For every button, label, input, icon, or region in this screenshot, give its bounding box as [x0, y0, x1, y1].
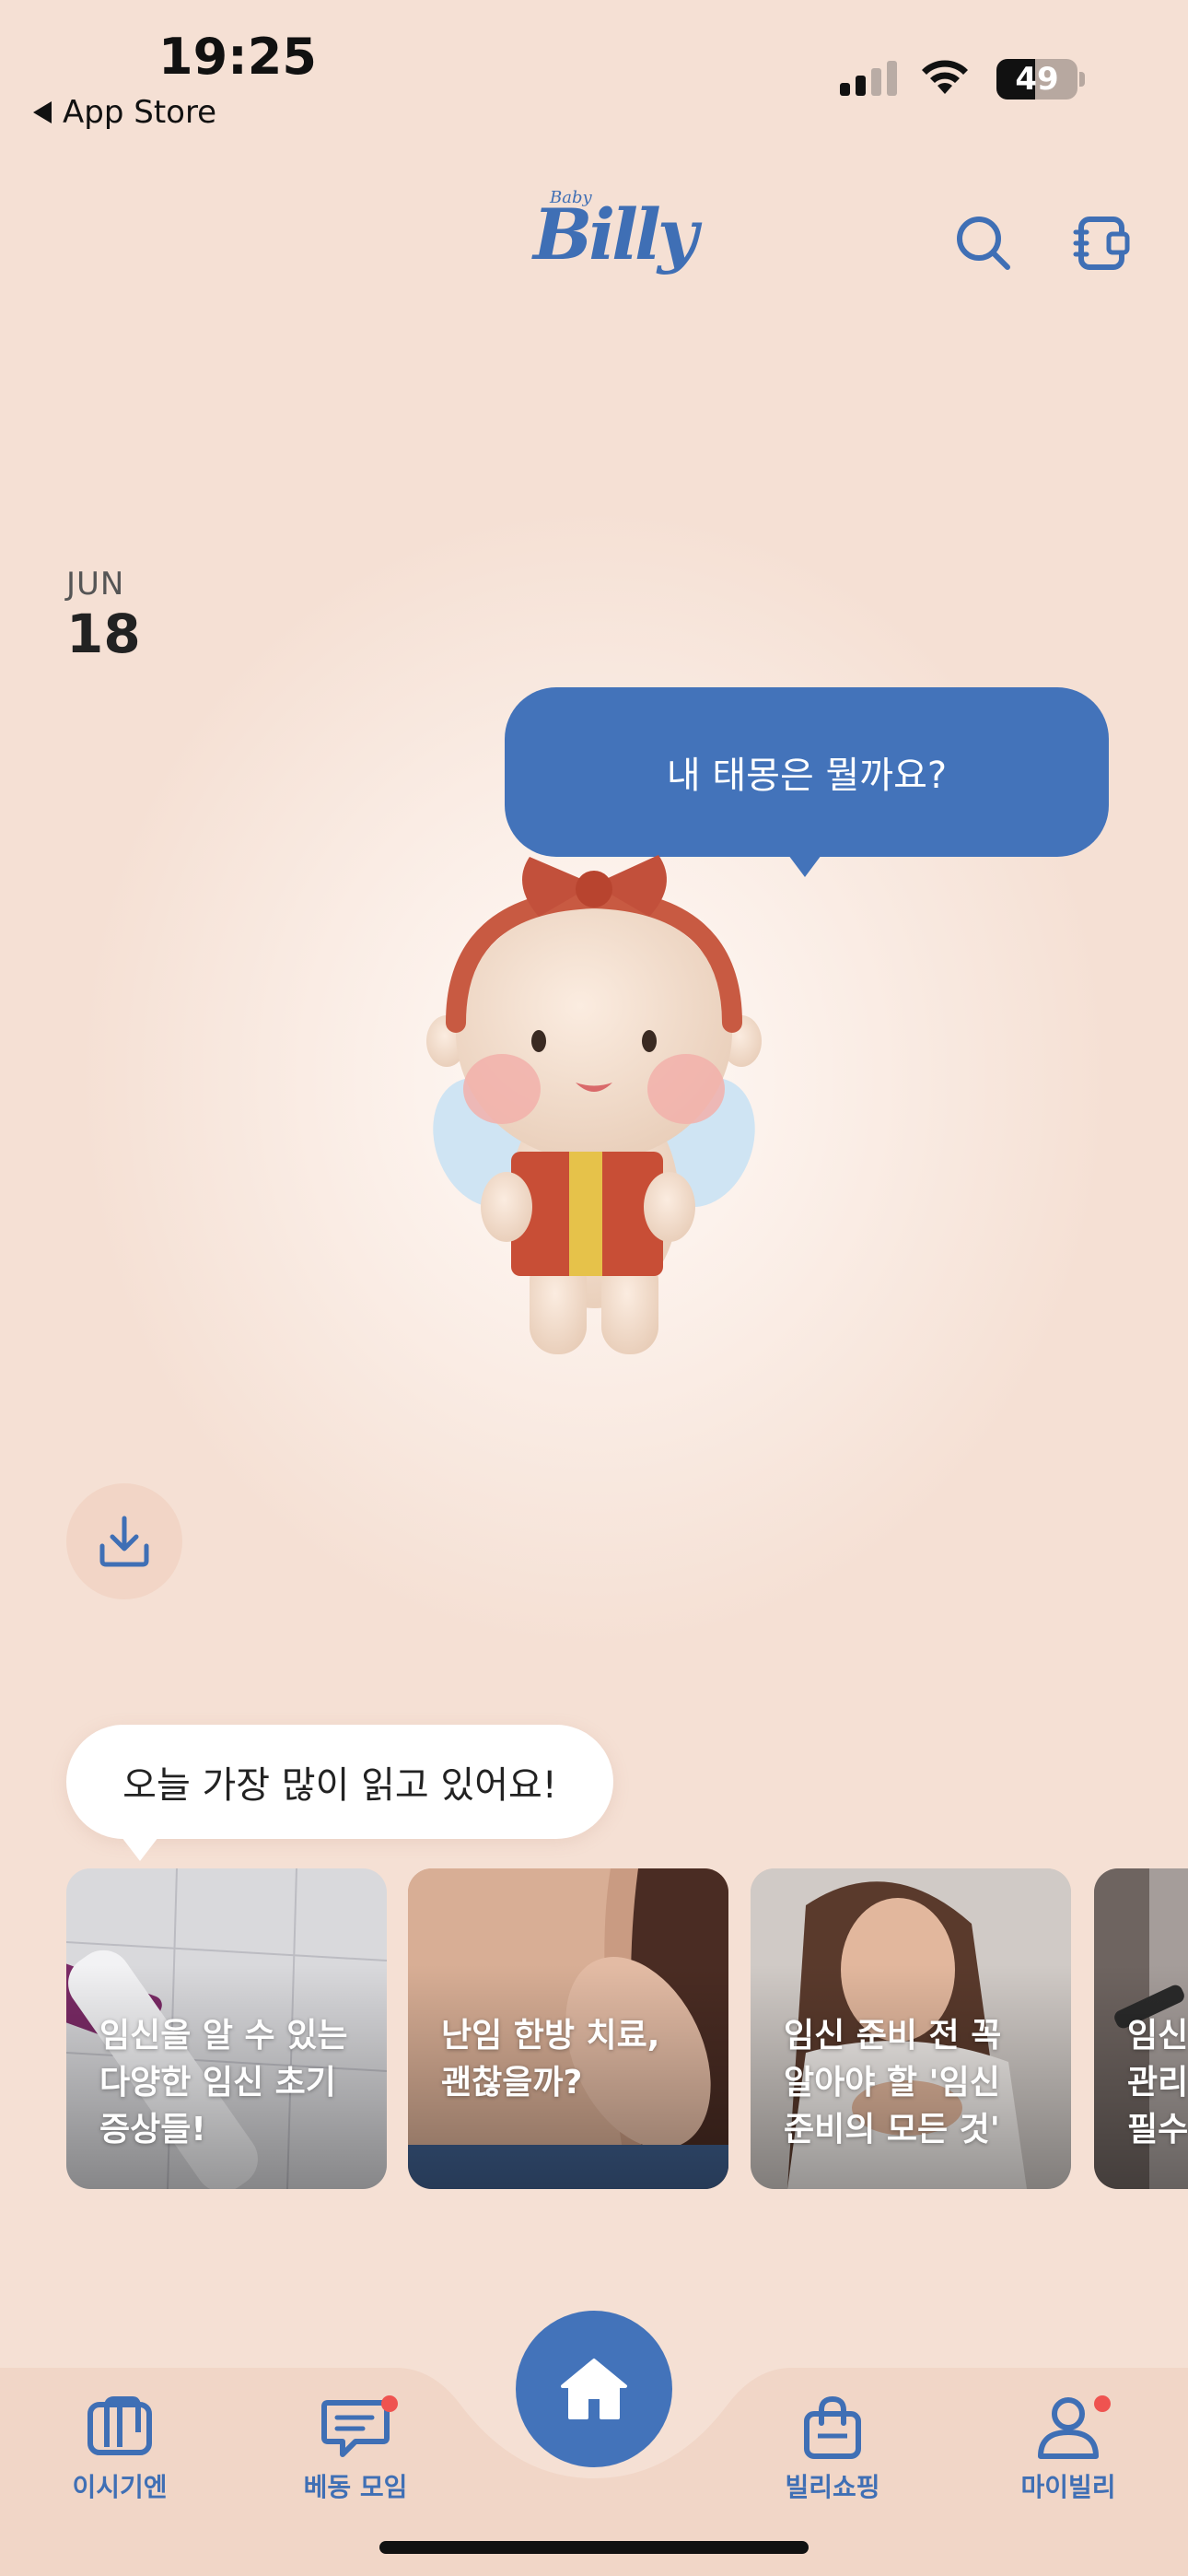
dream-question-bubble[interactable]: 내 태몽은 뭘까요? — [505, 687, 1109, 857]
tab-label: 베동 모임 — [303, 2472, 408, 2502]
home-screen: 19:25 App Store 49 Baby Billy JUN 18 내 태… — [0, 0, 1188, 2576]
download-icon — [99, 1516, 149, 1567]
download-button[interactable] — [66, 1483, 182, 1599]
article-card[interactable]: 난임 한방 치료, 괜찮을까? — [408, 1868, 728, 2189]
battery-icon: 49 — [996, 59, 1077, 100]
card-title: 임신 관리 필수 — [1127, 2017, 1188, 2149]
popular-tooltip: 오늘 가장 많이 읽고 있어요! — [66, 1725, 613, 1839]
logo-text: Billy — [533, 193, 698, 275]
tab-my-billy[interactable]: 마이빌리 — [985, 2395, 1151, 2504]
date-day: 18 — [66, 603, 141, 665]
notebook-icon — [1073, 217, 1130, 270]
card-title: 임신 준비 전 꼭 알아야 할 '임신 준비의 모든 것' — [784, 2017, 1002, 2149]
card-title: 난임 한방 치료, 괜찮을까? — [441, 2017, 660, 2102]
tab-this-period[interactable]: 이시기엔 — [37, 2395, 203, 2504]
diary-button[interactable] — [1065, 206, 1138, 280]
notification-badge — [1094, 2395, 1111, 2412]
article-card[interactable]: 임신 관리 필수 — [1094, 1868, 1188, 2189]
bubble-text: 내 태몽은 뭘까요? — [666, 755, 948, 797]
search-icon — [957, 217, 1010, 270]
search-button[interactable] — [949, 208, 1019, 278]
book-icon — [87, 2396, 152, 2455]
popular-tooltip-text: 오늘 가장 많이 읽고 있어요! — [122, 1764, 557, 1807]
tab-label: 이시기엔 — [72, 2472, 168, 2502]
back-to-app-store[interactable]: App Store — [33, 94, 216, 131]
article-card[interactable]: 임신을 알 수 있는 다양한 임신 초기 증상들! — [66, 1868, 387, 2189]
popular-tooltip-tail — [122, 1837, 158, 1861]
status-time: 19:25 — [158, 28, 317, 86]
date-month: JUN — [66, 566, 125, 603]
tab-home[interactable] — [516, 2311, 672, 2467]
wifi-icon — [922, 60, 968, 94]
tab-community[interactable]: 베동 모임 — [273, 2395, 438, 2504]
article-card[interactable]: 임신 준비 전 꼭 알아야 할 '임신 준비의 모든 것' — [751, 1868, 1071, 2189]
back-triangle-icon — [33, 101, 52, 123]
cellular-signal-icon — [840, 61, 897, 96]
home-indicator — [379, 2541, 809, 2554]
battery-cap — [1079, 72, 1085, 87]
shopping-bag-icon — [804, 2395, 861, 2459]
tab-shopping[interactable]: 빌리쇼핑 — [750, 2395, 915, 2504]
battery-level: 49 — [1015, 61, 1059, 98]
notification-badge — [381, 2395, 398, 2412]
home-icon — [561, 2359, 627, 2419]
back-label: App Store — [63, 94, 217, 131]
billy-logo: Baby Billy — [530, 184, 698, 295]
tab-label: 마이빌리 — [1020, 2472, 1116, 2502]
baby-angel-character[interactable] — [419, 848, 769, 1364]
tab-label: 빌리쇼핑 — [785, 2472, 880, 2502]
card-title: 임신을 알 수 있는 다양한 임신 초기 증상들! — [99, 2017, 348, 2149]
bubble-tail — [788, 855, 821, 877]
